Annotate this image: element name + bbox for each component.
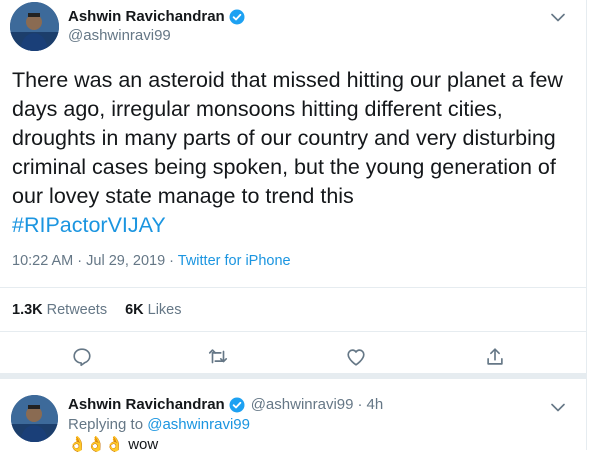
verified-badge-icon [229, 9, 245, 25]
retweets-stat[interactable]: 1.3K Retweets [12, 302, 107, 318]
likes-stat[interactable]: 6K Likes [125, 302, 181, 318]
tweet-stats: 1.3K Retweets 6K Likes [12, 302, 200, 318]
tweet-source-link[interactable]: Twitter for iPhone [178, 253, 291, 269]
dot-separator: · [357, 396, 363, 413]
reply-author-avatar[interactable] [11, 395, 58, 442]
chevron-down-icon[interactable] [551, 400, 565, 412]
tweet-timestamp[interactable]: 10:22 AM · Jul 29, 2019 [12, 253, 165, 269]
reply-time[interactable]: 4h [366, 396, 383, 413]
retweet-icon[interactable] [207, 346, 229, 368]
retweets-count: 1.3K [12, 302, 43, 318]
retweets-label: Retweets [46, 302, 108, 318]
share-icon[interactable] [484, 346, 506, 368]
reply-author-name[interactable]: Ashwin Ravichandran [68, 396, 225, 413]
tweet-body: There was an asteroid that missed hittin… [12, 68, 563, 208]
divider [0, 287, 586, 288]
tweet-meta: 10:22 AM · Jul 29, 2019 · Twitter for iP… [12, 253, 291, 269]
author-avatar[interactable] [10, 2, 59, 51]
replying-to-link[interactable]: @ashwinravi99 [147, 416, 250, 433]
reply-tweet[interactable]: Ashwin Ravichandran @ashwinravi99 · 4h R… [0, 380, 586, 453]
timeline-border [586, 0, 587, 450]
reply-author-handle[interactable]: @ashwinravi99 [251, 396, 354, 413]
reply-header: Ashwin Ravichandran @ashwinravi99 · 4h [68, 396, 383, 413]
likes-count: 6K [125, 302, 144, 318]
author-handle[interactable]: @ashwinravi99 [68, 27, 171, 44]
reply-icon[interactable] [71, 346, 93, 368]
chevron-down-icon[interactable] [551, 10, 565, 22]
reply-text: 👌👌👌 wow [68, 436, 159, 453]
divider [0, 331, 586, 332]
hashtag-link[interactable]: #RIPactorVIJAY [12, 211, 572, 240]
replying-prefix: Replying to [68, 416, 144, 433]
main-tweet: Ashwin Ravichandran @ashwinravi99 There … [0, 0, 586, 372]
verified-badge-icon [229, 397, 245, 413]
meta-separator: · [165, 253, 178, 269]
tweet-separator [0, 373, 586, 379]
tweet-text: There was an asteroid that missed hittin… [12, 66, 572, 240]
replying-to-line: Replying to @ashwinravi99 [68, 416, 250, 433]
author-name-text[interactable]: Ashwin Ravichandran [68, 8, 225, 25]
likes-label: Likes [147, 302, 182, 318]
like-icon[interactable] [345, 346, 367, 368]
author-name[interactable]: Ashwin Ravichandran [68, 8, 245, 25]
